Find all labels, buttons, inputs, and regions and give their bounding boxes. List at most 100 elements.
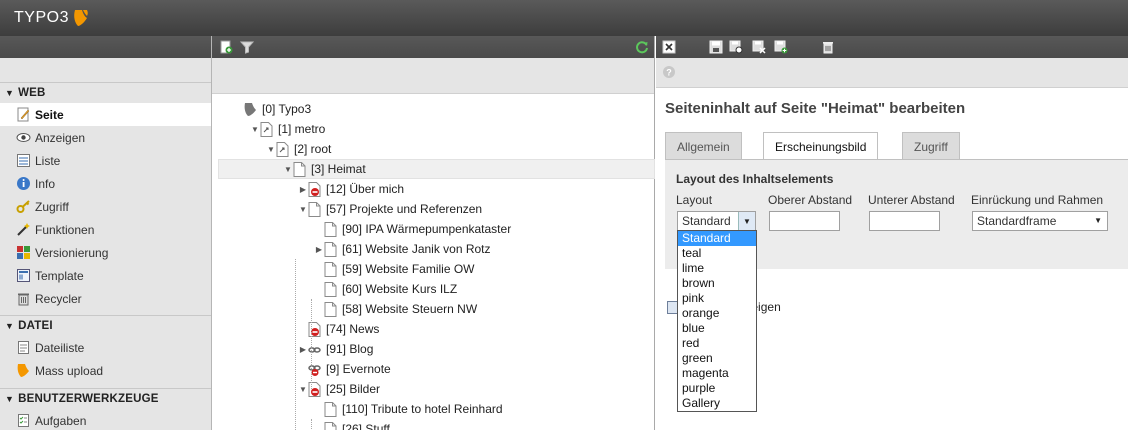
tree-node-label[interactable]: [59] Website Familie OW [342,262,474,276]
page-icon[interactable] [324,301,337,317]
tree-node-label[interactable]: [3] Heimat [311,162,366,176]
module-item-zugriff[interactable]: Zugriff [0,195,211,218]
tree-node-label[interactable]: [26] Stuff [342,422,390,430]
unterer-abstand-input[interactable] [869,211,940,231]
page-shortcut-icon[interactable] [276,141,289,157]
page-icon[interactable] [324,241,337,257]
dropdown-option[interactable]: Standard [678,231,756,246]
page-hidden-icon[interactable] [308,321,321,337]
page-shortcut-icon[interactable] [260,121,273,137]
dropdown-option[interactable]: brown [678,276,756,291]
tree-node[interactable]: [59] Website Familie OW [314,259,474,279]
page-icon[interactable] [324,401,337,417]
close-icon[interactable] [662,40,676,54]
page-hidden-icon[interactable] [308,381,321,397]
expand-arrow-icon[interactable]: ▶ [298,345,308,354]
tree-node[interactable]: [60] Website Kurs ILZ [314,279,457,299]
tree-node[interactable]: ▶ [61] Website Janik von Rotz [314,239,491,259]
tree-node-label[interactable]: [2] root [294,142,331,156]
page-icon[interactable] [293,161,306,177]
tree-node-label[interactable]: [61] Website Janik von Rotz [342,242,491,256]
tree-node-label[interactable]: [90] IPA Wärmepumpenkataster [342,222,511,236]
module-item-recycler[interactable]: Recycler [0,287,211,310]
tree-node-label[interactable]: [12] Über mich [326,182,404,196]
tree-node-label[interactable]: [0] Typo3 [262,102,311,116]
tree-node-label[interactable]: [9] Evernote [326,362,391,376]
expand-arrow-icon[interactable]: ▶ [314,245,324,254]
new-page-icon[interactable] [219,40,233,54]
typo3-logo[interactable]: TYPO3 [14,7,89,29]
module-item-mass-upload[interactable]: Mass upload [0,359,211,382]
filter-icon[interactable] [240,40,254,54]
module-group-header-web[interactable]: ▼ WEB [0,83,211,103]
collapse-arrow-icon[interactable]: ▼ [298,385,308,394]
module-item-funktionen[interactable]: Funktionen [0,218,211,241]
module-item-anzeigen[interactable]: Anzeigen [0,126,211,149]
page-icon[interactable] [324,221,337,237]
page-icon[interactable] [324,421,337,430]
dropdown-option[interactable]: teal [678,246,756,261]
dropdown-option[interactable]: lime [678,261,756,276]
tree-node[interactable]: [0] Typo3 [234,99,311,119]
dropdown-option[interactable]: pink [678,291,756,306]
dropdown-option[interactable]: green [678,351,756,366]
dropdown-option[interactable]: Gallery [678,396,756,411]
tree-node[interactable]: ▼ [57] Projekte und Referenzen [298,199,482,219]
save-and-view-icon[interactable] [729,40,743,54]
refresh-icon[interactable] [635,40,649,54]
dropdown-option[interactable]: blue [678,321,756,336]
tree-node[interactable]: ▶ [91] Blog [298,339,373,359]
page-icon[interactable] [324,281,337,297]
module-item-dateiliste[interactable]: Dateiliste [0,336,211,359]
link-icon[interactable] [308,342,321,357]
tree-node[interactable]: ▶ [12] Über mich [298,179,404,199]
module-item-liste[interactable]: Liste [0,149,211,172]
save-icon[interactable] [709,40,723,54]
save-and-new-icon[interactable] [774,40,788,54]
tree-node-label[interactable]: [91] Blog [326,342,373,356]
save-and-close-icon[interactable] [752,40,766,54]
einrueckung-select[interactable]: Standardframe ▼ [972,211,1108,231]
tree-node[interactable]: ▼ [2] root [266,139,331,159]
dropdown-option[interactable]: magenta [678,366,756,381]
page-hidden-icon[interactable] [308,181,321,197]
module-group-header-benutzerwerkzeuge[interactable]: ▼ BENUTZERWERKZEUGE [0,389,211,409]
tree-node[interactable]: [26] Stuff [314,419,390,430]
tree-node[interactable]: [110] Tribute to hotel Reinhard [314,399,503,419]
module-item-versionierung[interactable]: Versionierung [0,241,211,264]
tree-node-label[interactable]: [58] Website Steuern NW [342,302,477,316]
collapse-arrow-icon[interactable]: ▼ [283,165,293,174]
tree-node-label[interactable]: [57] Projekte und Referenzen [326,202,482,216]
tree-node[interactable]: ▼ [3] Heimat [218,159,655,179]
collapse-arrow-icon[interactable]: ▼ [298,205,308,214]
tree-node-label[interactable]: [60] Website Kurs ILZ [342,282,457,296]
tab-zugriff[interactable]: Zugriff [902,132,960,160]
tree-node[interactable]: [58] Website Steuern NW [314,299,477,319]
link-hidden-icon[interactable] [308,362,321,377]
module-item-aufgaben[interactable]: Aufgaben [0,409,211,430]
tree-node-label[interactable]: [25] Bilder [326,382,380,396]
dropdown-option[interactable]: red [678,336,756,351]
tree-node-label[interactable]: [1] metro [278,122,325,136]
module-item-seite[interactable]: Seite [0,103,211,126]
chevron-down-icon[interactable]: ▼ [738,212,755,230]
collapse-arrow-icon[interactable]: ▼ [266,145,276,154]
collapse-arrow-icon[interactable]: ▼ [250,125,260,134]
tab-erscheinungsbild[interactable]: Erscheinungsbild [763,132,879,161]
typo3-root-icon[interactable] [244,102,257,117]
page-icon[interactable] [308,201,321,217]
oberer-abstand-input[interactable] [769,211,840,231]
module-item-info[interactable]: Info [0,172,211,195]
tree-node[interactable]: [90] IPA Wärmepumpenkataster [314,219,511,239]
tree-node[interactable]: ▼ [1] metro [250,119,325,139]
module-item-template[interactable]: Template [0,264,211,287]
expand-arrow-icon[interactable]: ▶ [298,185,308,194]
dropdown-option[interactable]: orange [678,306,756,321]
delete-icon[interactable] [821,40,835,54]
page-icon[interactable] [324,261,337,277]
module-group-header-datei[interactable]: ▼ DATEI [0,316,211,336]
tree-node-label[interactable]: [74] News [326,322,379,336]
dropdown-option[interactable]: purple [678,381,756,396]
tree-node-label[interactable]: [110] Tribute to hotel Reinhard [342,402,503,416]
tab-allgemein[interactable]: Allgemein [665,132,742,160]
